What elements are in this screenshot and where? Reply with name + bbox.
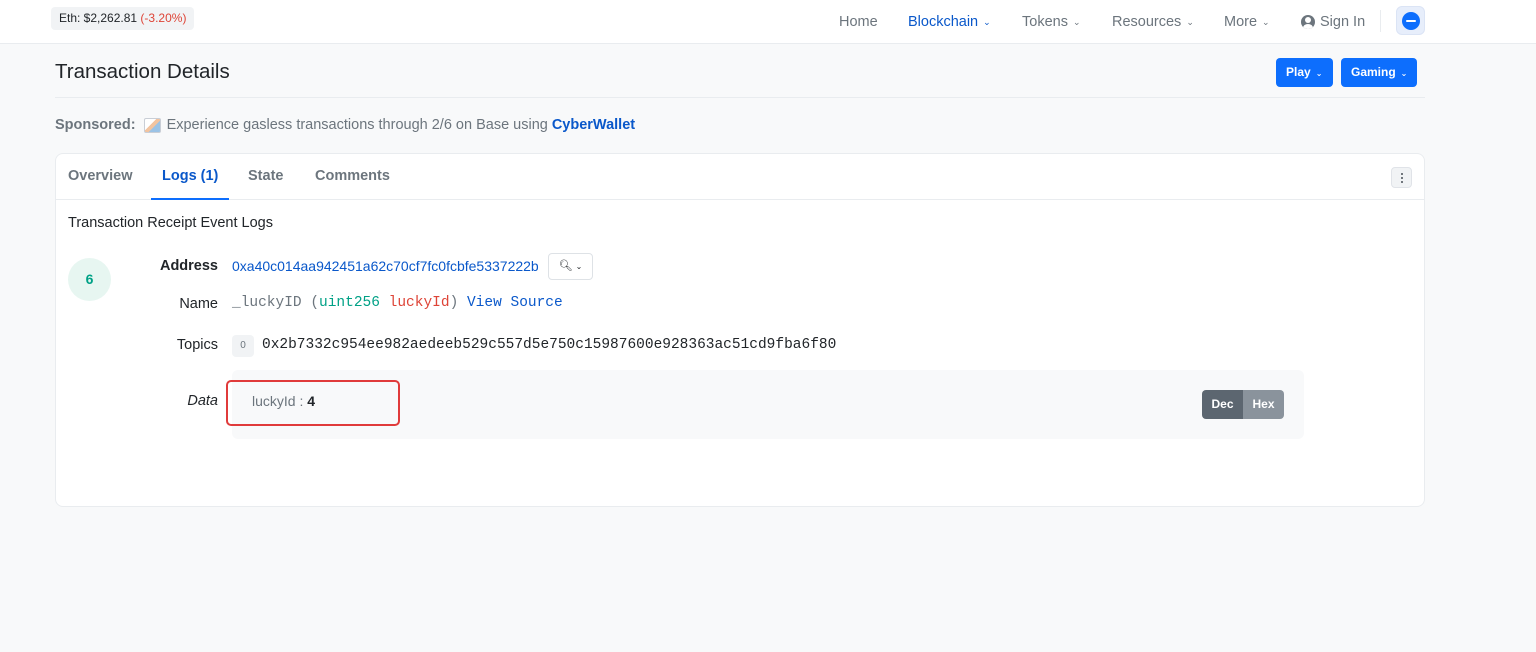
address-label: Address <box>159 258 218 274</box>
sign-in-label: Sign In <box>1320 14 1366 30</box>
event-signature: _luckyID (uint256 luckyId) View Source <box>232 295 563 311</box>
event-function-name: _luckyID <box>232 295 302 311</box>
tab-comments[interactable]: Comments <box>315 168 390 184</box>
chevron-down-icon: ⌄ <box>1072 16 1081 27</box>
view-source-link[interactable]: View Source <box>467 295 563 311</box>
user-circle-icon <box>1301 15 1315 29</box>
chevron-down-icon: ⌄ <box>1262 16 1270 27</box>
chevron-down-icon: ⌄ <box>983 16 991 27</box>
address-search-dropdown[interactable]: 🔍︎ ⌄ <box>548 253 593 280</box>
ad-image-icon <box>143 117 161 133</box>
hex-button[interactable]: Hex <box>1243 390 1284 419</box>
sponsored-text: Experience gasless transactions through … <box>166 117 548 133</box>
kebab-dot <box>1401 177 1403 179</box>
data-key: luckyId <box>252 393 296 409</box>
chevron-down-icon: ⌄ <box>575 262 583 271</box>
open-paren: ( <box>310 295 320 311</box>
topic-index-badge: 0 <box>232 335 254 357</box>
nav-more-label: More <box>1224 14 1258 30</box>
header-divider <box>55 97 1425 98</box>
tab-state[interactable]: State <box>248 168 283 184</box>
nav-resources-label: Resources <box>1112 14 1182 30</box>
play-button[interactable]: Play ⌄ <box>1276 58 1333 87</box>
gaming-button[interactable]: Gaming ⌄ <box>1341 58 1417 87</box>
kebab-dot <box>1401 181 1403 183</box>
dec-button[interactable]: Dec <box>1202 390 1243 419</box>
param-type: uint256 <box>319 295 380 311</box>
nav-more[interactable]: More ⌄ <box>1224 0 1270 44</box>
chevron-down-icon: ⌄ <box>1186 16 1194 27</box>
nav-home-label: Home <box>839 14 878 30</box>
tab-logs[interactable]: Logs (1) <box>162 168 218 184</box>
more-options-button[interactable] <box>1391 167 1412 188</box>
magnifier-icon: 🔍︎ <box>558 260 573 272</box>
nav-blockchain-label: Blockchain <box>908 14 979 30</box>
tab-bar: Overview Logs (1) State Comments <box>56 154 1424 200</box>
page-title: Transaction Details <box>55 60 230 83</box>
param-name: luckyId <box>388 295 450 311</box>
name-label: Name <box>179 296 218 312</box>
event-logs-heading: Transaction Receipt Event Logs <box>68 215 273 231</box>
transaction-card: Overview Logs (1) State Comments Transac… <box>55 153 1425 507</box>
nav-resources[interactable]: Resources ⌄ <box>1112 0 1194 44</box>
play-button-label: Play <box>1286 65 1311 79</box>
eth-price-change: (-3.20%) <box>140 11 187 25</box>
chevron-down-icon: ⌄ <box>1315 69 1323 78</box>
nav-home[interactable]: Home <box>839 0 878 44</box>
chevron-down-icon: ⌄ <box>1400 69 1408 78</box>
tab-overview[interactable]: Overview <box>68 168 133 184</box>
nav-tokens-label: Tokens <box>1022 14 1068 30</box>
topics-label: Topics <box>176 337 218 353</box>
contract-address-link[interactable]: 0xa40c014aa942451a62c70cf7fc0fcbfe533722… <box>232 258 539 274</box>
eth-price-value: Eth: $2,262.81 <box>59 11 138 25</box>
eth-price-ticker[interactable]: Eth: $2,262.81 (-3.20%) <box>51 7 195 30</box>
sponsored-label: Sponsored: <box>55 117 136 133</box>
kebab-dot <box>1401 173 1403 175</box>
nav-divider <box>1380 10 1381 32</box>
gaming-button-label: Gaming <box>1351 65 1396 79</box>
top-navbar: Eth: $2,262.81 (-3.20%) Home Blockchain … <box>0 0 1536 44</box>
nav-tokens[interactable]: Tokens ⌄ <box>1022 0 1081 44</box>
topic-hash: 0x2b7332c954ee982aedeeb529c557d5e750c159… <box>262 337 837 353</box>
data-value: 4 <box>307 393 316 409</box>
nav-blockchain[interactable]: Blockchain ⌄ <box>908 0 991 44</box>
theme-icon <box>1402 12 1420 30</box>
sponsored-banner: Sponsored: Experience gasless transactio… <box>55 117 635 133</box>
sponsored-brand-link[interactable]: CyberWallet <box>552 117 635 133</box>
data-key-value: luckyId : 4 <box>252 393 316 409</box>
close-paren: ) <box>449 295 459 311</box>
theme-toggle-button[interactable] <box>1396 6 1425 35</box>
sign-in-link[interactable]: Sign In <box>1301 0 1365 44</box>
dec-hex-toggle: Dec Hex <box>1202 390 1284 419</box>
data-label: Data <box>187 393 218 409</box>
active-tab-indicator <box>151 198 229 200</box>
